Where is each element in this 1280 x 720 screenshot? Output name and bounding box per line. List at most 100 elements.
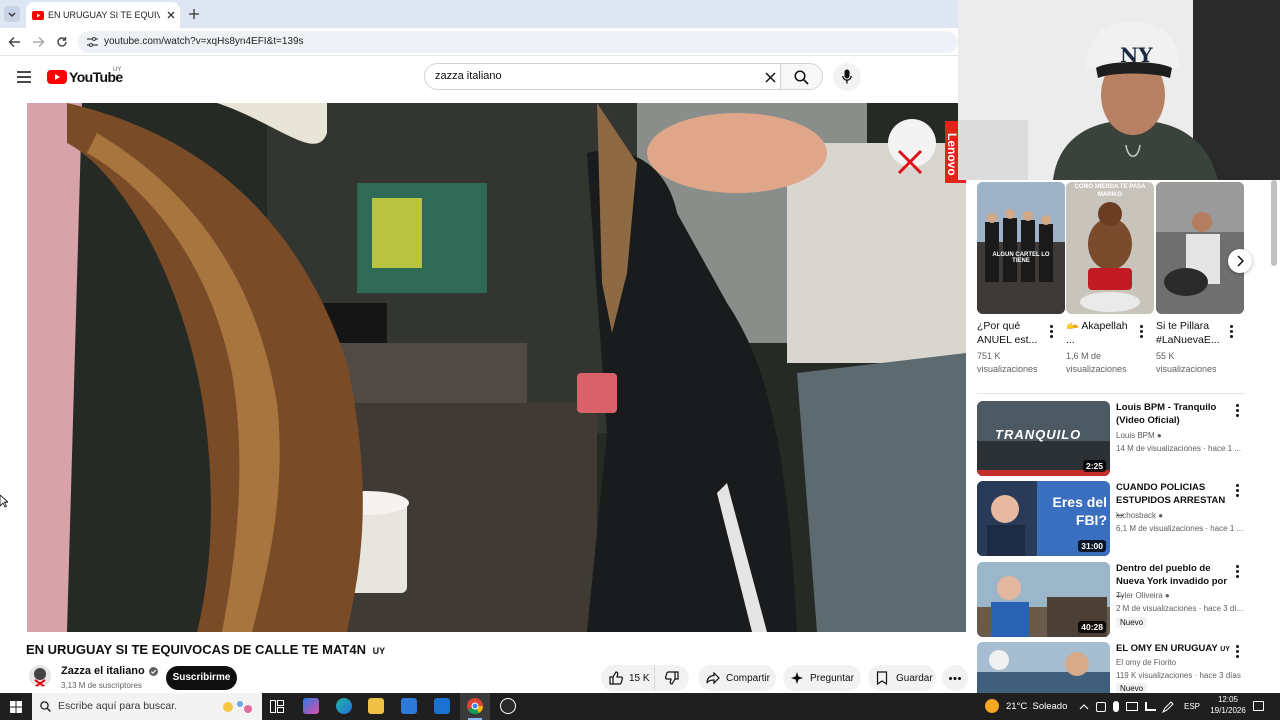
like-count: 15 K xyxy=(629,672,650,684)
subscribe-button[interactable]: Suscribirme xyxy=(166,666,237,690)
related-channel-1[interactable]: Louis BPM ● xyxy=(1116,431,1162,440)
chrome-taskbar-button[interactable] xyxy=(460,693,490,720)
related-title-1[interactable]: Louis BPM - Tranquilo (Video Oficial) xyxy=(1116,401,1234,427)
related-thumbnail-2[interactable]: Eres del FBI? 31:00 xyxy=(977,481,1110,556)
microphone-icon[interactable] xyxy=(1113,701,1119,712)
forward-arrow-icon[interactable] xyxy=(32,36,45,48)
language-indicator[interactable]: ESP xyxy=(1184,702,1200,711)
microphone-icon xyxy=(842,69,852,84)
channel-name-row[interactable]: Zazza el italiano xyxy=(61,665,158,677)
obs-icon[interactable] xyxy=(500,698,516,714)
search-highlight-icon xyxy=(223,701,252,713)
lenovo-overlay-text: Lenovo xyxy=(945,133,959,176)
divider xyxy=(977,393,1245,394)
reload-icon[interactable] xyxy=(56,36,68,48)
weather-icon[interactable] xyxy=(985,699,999,713)
channel-avatar[interactable] xyxy=(29,665,51,687)
related-menu-3[interactable] xyxy=(1236,565,1240,580)
share-label: Compartir xyxy=(726,672,770,684)
address-bar[interactable]: youtube.com/watch?v=xqHs8yn4EFI&t=139s xyxy=(78,31,958,53)
related-thumbnail-4[interactable] xyxy=(977,642,1110,693)
file-explorer-icon[interactable] xyxy=(368,698,384,714)
channel-text-3: Tyler Oliveira xyxy=(1116,591,1163,600)
short-thumbnail-2[interactable]: COMO MIERDA TE PASA MARIKO xyxy=(1066,182,1154,314)
task-view-icon[interactable] xyxy=(270,700,284,713)
tab-list-button[interactable] xyxy=(4,6,20,22)
more-actions-button[interactable] xyxy=(942,665,968,691)
related-menu-1[interactable] xyxy=(1236,404,1240,419)
short-thumbnail-1[interactable]: ALGUN CARTEL LO TIENE xyxy=(977,182,1065,314)
related-meta-1: 14 M de visualizaciones · hace 1 ... xyxy=(1116,444,1241,453)
short-views-3: 55 K visualizaciones xyxy=(1156,351,1217,374)
browser-tab[interactable]: EN URUGUAY SI TE EQUIVOCAS xyxy=(26,2,180,28)
voice-search-button[interactable] xyxy=(833,63,861,91)
video-title: EN URUGUAY SI TE EQUIVOCAS DE CALLE TE M… xyxy=(26,642,385,657)
related-channel-3[interactable]: Tyler Oliveira ● xyxy=(1116,591,1170,600)
related-channel-4[interactable]: El omy de Fiorito xyxy=(1116,658,1176,667)
clock-date[interactable]: 19/1/2026 xyxy=(1205,706,1251,715)
shorts-next-button[interactable] xyxy=(1228,249,1252,273)
clear-search-icon[interactable] xyxy=(765,72,776,83)
menu-icon[interactable] xyxy=(17,71,31,83)
like-button[interactable]: 15 K xyxy=(601,665,655,691)
store-icon[interactable] xyxy=(401,698,417,714)
site-settings-icon[interactable] xyxy=(87,37,98,47)
related-menu-4[interactable] xyxy=(1236,645,1240,660)
short-thumb-image-2 xyxy=(1066,182,1154,314)
related-title-4[interactable]: EL OMY EN URUGUAY UY xyxy=(1116,642,1234,656)
taskbar-search-placeholder: Escribe aquí para buscar. xyxy=(58,700,178,712)
search-button[interactable] xyxy=(780,64,822,89)
related-thumbnail-3[interactable]: 40:28 xyxy=(977,562,1110,637)
short-title-3[interactable]: Si te Pillara #LaNuevaE... xyxy=(1156,319,1226,347)
new-badge-3: Nuevo xyxy=(1116,617,1148,628)
sparkle-icon xyxy=(791,672,803,684)
share-button[interactable]: Compartir xyxy=(698,665,776,691)
video-player[interactable]: Lenovo xyxy=(27,103,966,632)
short-menu-1[interactable] xyxy=(1050,325,1054,340)
dislike-button[interactable] xyxy=(655,671,679,685)
clock-time[interactable]: 12:05 xyxy=(1212,695,1244,704)
related-thumb-text-2: Eres del FBI? xyxy=(1052,494,1107,528)
channel-text-2: luchosback xyxy=(1116,511,1157,520)
back-arrow-icon[interactable] xyxy=(8,36,21,48)
copilot-icon[interactable] xyxy=(303,698,319,714)
new-tab-icon[interactable] xyxy=(188,8,200,20)
pen-icon[interactable] xyxy=(1162,701,1174,713)
windows-start-icon[interactable] xyxy=(10,701,22,713)
ask-button[interactable]: Preguntar xyxy=(783,665,861,691)
chevron-right-icon xyxy=(1237,255,1244,267)
save-button[interactable]: Guardar xyxy=(868,665,936,691)
youtube-logo[interactable]: YouTube xyxy=(47,69,123,85)
youtube-logo-icon xyxy=(47,70,67,84)
network-icon[interactable] xyxy=(1145,702,1156,711)
related-meta-3: 2 M de visualizaciones · hace 3 dí... xyxy=(1116,604,1244,613)
related-thumbnail-1[interactable]: TRANQUILO 2:25 xyxy=(977,401,1110,476)
more-horizontal-icon xyxy=(949,676,961,680)
display-icon[interactable] xyxy=(1126,702,1138,711)
channel-name[interactable]: Zazza el italiano xyxy=(61,665,145,677)
search-input[interactable]: zazza italiano xyxy=(435,70,502,82)
short-title-2[interactable]: 🫴 Akapellah ... xyxy=(1066,319,1136,347)
related-meta-4: 119 K visualizaciones · hace 3 días xyxy=(1116,671,1241,680)
short-menu-2[interactable] xyxy=(1140,325,1144,340)
short-title-1[interactable]: ¿Por qué ANUEL est... xyxy=(977,319,1047,347)
tray-chevron-up-icon[interactable] xyxy=(1079,703,1089,710)
search-box[interactable]: zazza italiano xyxy=(424,63,823,90)
short-thumbnail-3[interactable] xyxy=(1156,182,1244,314)
bookmark-icon xyxy=(876,671,888,685)
title-flag: UY xyxy=(372,646,386,656)
chrome-icon xyxy=(467,698,483,714)
short-thumb-text-1: ALGUN CARTEL LO TIENE xyxy=(992,252,1050,264)
weather-text[interactable]: 21°C Soleado xyxy=(1006,701,1067,712)
short-menu-3[interactable] xyxy=(1230,325,1234,340)
tray-icon-1[interactable] xyxy=(1096,702,1106,712)
subscriber-count: 3,13 M de suscriptores xyxy=(61,681,142,690)
taskbar-search[interactable]: Escribe aquí para buscar. xyxy=(32,693,262,720)
close-tab-icon[interactable] xyxy=(166,10,176,20)
sidebar-scrollbar[interactable] xyxy=(1271,180,1277,266)
notification-icon[interactable] xyxy=(1253,701,1264,711)
edge-icon[interactable] xyxy=(336,698,352,714)
related-channel-2[interactable]: luchosback ● xyxy=(1116,511,1163,520)
mail-icon[interactable] xyxy=(434,698,450,714)
related-menu-2[interactable] xyxy=(1236,484,1240,499)
